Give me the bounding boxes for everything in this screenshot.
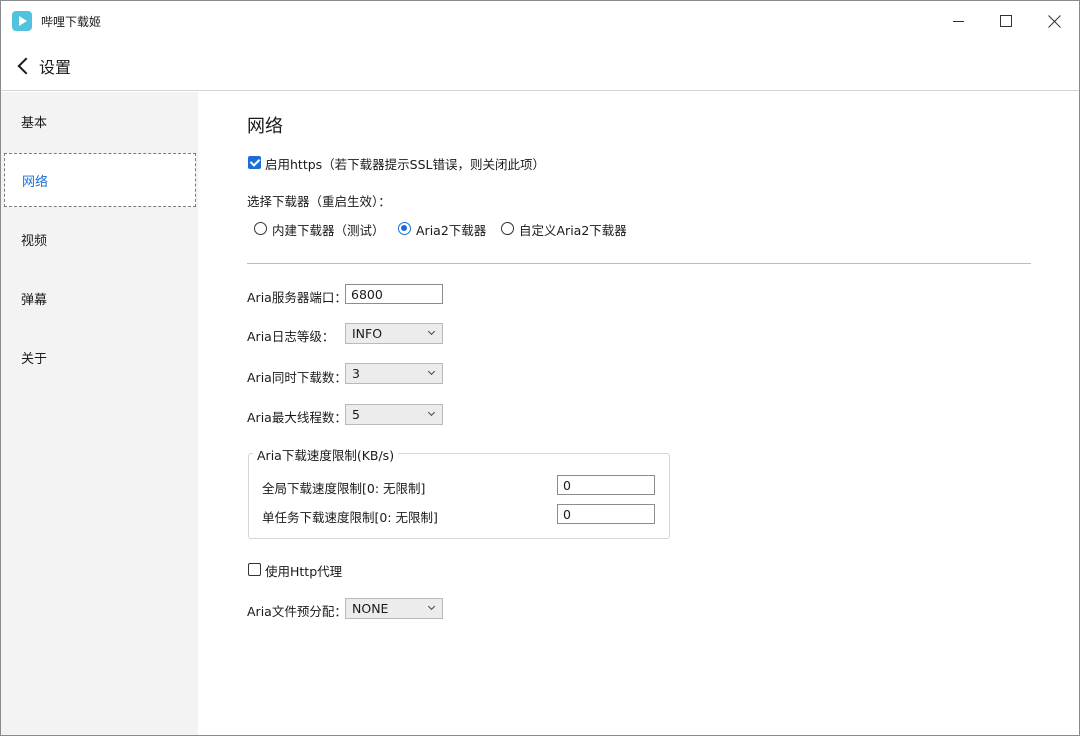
sidebar-item-video[interactable]: 视频 bbox=[4, 212, 196, 266]
chevron-down-icon bbox=[427, 327, 436, 336]
title-bar: 哔哩下载姬 bbox=[1, 1, 1079, 41]
http-proxy-checkbox[interactable] bbox=[248, 563, 261, 576]
speed-limit-group-title: Aria下载速度限制(KB/s) bbox=[253, 445, 399, 464]
select-value: NONE bbox=[352, 601, 389, 616]
radio-custom-aria2-label: 自定义Aria2下载器 bbox=[519, 223, 627, 238]
https-label: 启用https（若下载器提示SSL错误，则关闭此项） bbox=[265, 157, 546, 172]
chevron-down-icon bbox=[427, 602, 436, 611]
maximize-button[interactable] bbox=[983, 1, 1029, 41]
sidebar-item-label: 基本 bbox=[21, 115, 48, 131]
maximize-icon bbox=[1000, 15, 1012, 27]
minimize-icon bbox=[952, 20, 964, 22]
sidebar-item-label: 视频 bbox=[21, 233, 48, 249]
select-value: 5 bbox=[352, 407, 360, 422]
aria-port-input[interactable]: 6800 bbox=[345, 284, 443, 304]
back-button[interactable]: 设置 bbox=[15, 54, 71, 78]
global-speed-limit-label: 全局下载速度限制[0: 无限制] bbox=[262, 481, 426, 496]
aria-file-alloc-label: Aria文件预分配： bbox=[247, 604, 347, 619]
sidebar-item-label: 网络 bbox=[22, 174, 49, 190]
close-button[interactable] bbox=[1031, 1, 1077, 41]
radio-builtin-downloader[interactable] bbox=[254, 222, 267, 235]
select-value: 3 bbox=[352, 366, 360, 381]
divider bbox=[247, 263, 1031, 264]
single-task-speed-limit-label: 单任务下载速度限制[0: 无限制] bbox=[262, 510, 438, 525]
aria-file-alloc-select[interactable]: NONE bbox=[345, 598, 443, 619]
downloader-label: 选择下载器（重启生效）： bbox=[247, 194, 391, 209]
close-icon bbox=[1048, 15, 1061, 28]
settings-sidebar: 基本 网络 视频 弹幕 关于 bbox=[1, 92, 198, 735]
aria-port-label: Aria服务器端口： bbox=[247, 290, 347, 305]
radio-aria2-label: Aria2下载器 bbox=[416, 223, 487, 238]
chevron-left-icon bbox=[17, 57, 35, 75]
sidebar-item-danmaku[interactable]: 弹幕 bbox=[4, 271, 196, 325]
radio-custom-aria2-downloader[interactable] bbox=[501, 222, 514, 235]
http-proxy-label: 使用Http代理 bbox=[265, 564, 343, 579]
settings-content: 网络 启用https（若下载器提示SSL错误，则关闭此项） 选择下载器（重启生效… bbox=[198, 92, 1079, 735]
back-button-label: 设置 bbox=[39, 58, 72, 77]
https-checkbox[interactable] bbox=[248, 156, 261, 169]
single-task-speed-limit-input[interactable]: 0 bbox=[557, 504, 655, 524]
aria-max-threads-select[interactable]: 5 bbox=[345, 404, 443, 425]
sidebar-item-basic[interactable]: 基本 bbox=[4, 94, 196, 148]
aria-concurrent-label: Aria同时下载数： bbox=[247, 370, 347, 385]
radio-builtin-label: 内建下载器（测试） bbox=[272, 223, 385, 238]
app-title: 哔哩下载姬 bbox=[41, 15, 102, 29]
chevron-down-icon bbox=[427, 367, 436, 376]
sidebar-item-about[interactable]: 关于 bbox=[4, 330, 196, 384]
app-window: 哔哩下载姬 设置 基本 网络 视频 弹幕 关于 网络 启用https（若下载器提… bbox=[0, 0, 1080, 736]
aria-concurrent-select[interactable]: 3 bbox=[345, 363, 443, 384]
chevron-down-icon bbox=[427, 408, 436, 417]
global-speed-limit-input[interactable]: 0 bbox=[557, 475, 655, 495]
sidebar-item-network[interactable]: 网络 bbox=[4, 153, 196, 207]
radio-aria2-downloader[interactable] bbox=[398, 222, 411, 235]
aria-max-threads-label: Aria最大线程数： bbox=[247, 410, 347, 425]
aria-log-level-select[interactable]: INFO bbox=[345, 323, 443, 344]
select-value: INFO bbox=[352, 326, 383, 341]
page-header: 设置 bbox=[1, 41, 1079, 91]
sidebar-item-label: 弹幕 bbox=[21, 292, 48, 308]
app-logo-icon bbox=[12, 11, 32, 31]
sidebar-item-label: 关于 bbox=[21, 351, 48, 367]
minimize-button[interactable] bbox=[935, 1, 981, 41]
aria-log-level-label: Aria日志等级： bbox=[247, 329, 335, 344]
section-title: 网络 bbox=[247, 116, 283, 137]
